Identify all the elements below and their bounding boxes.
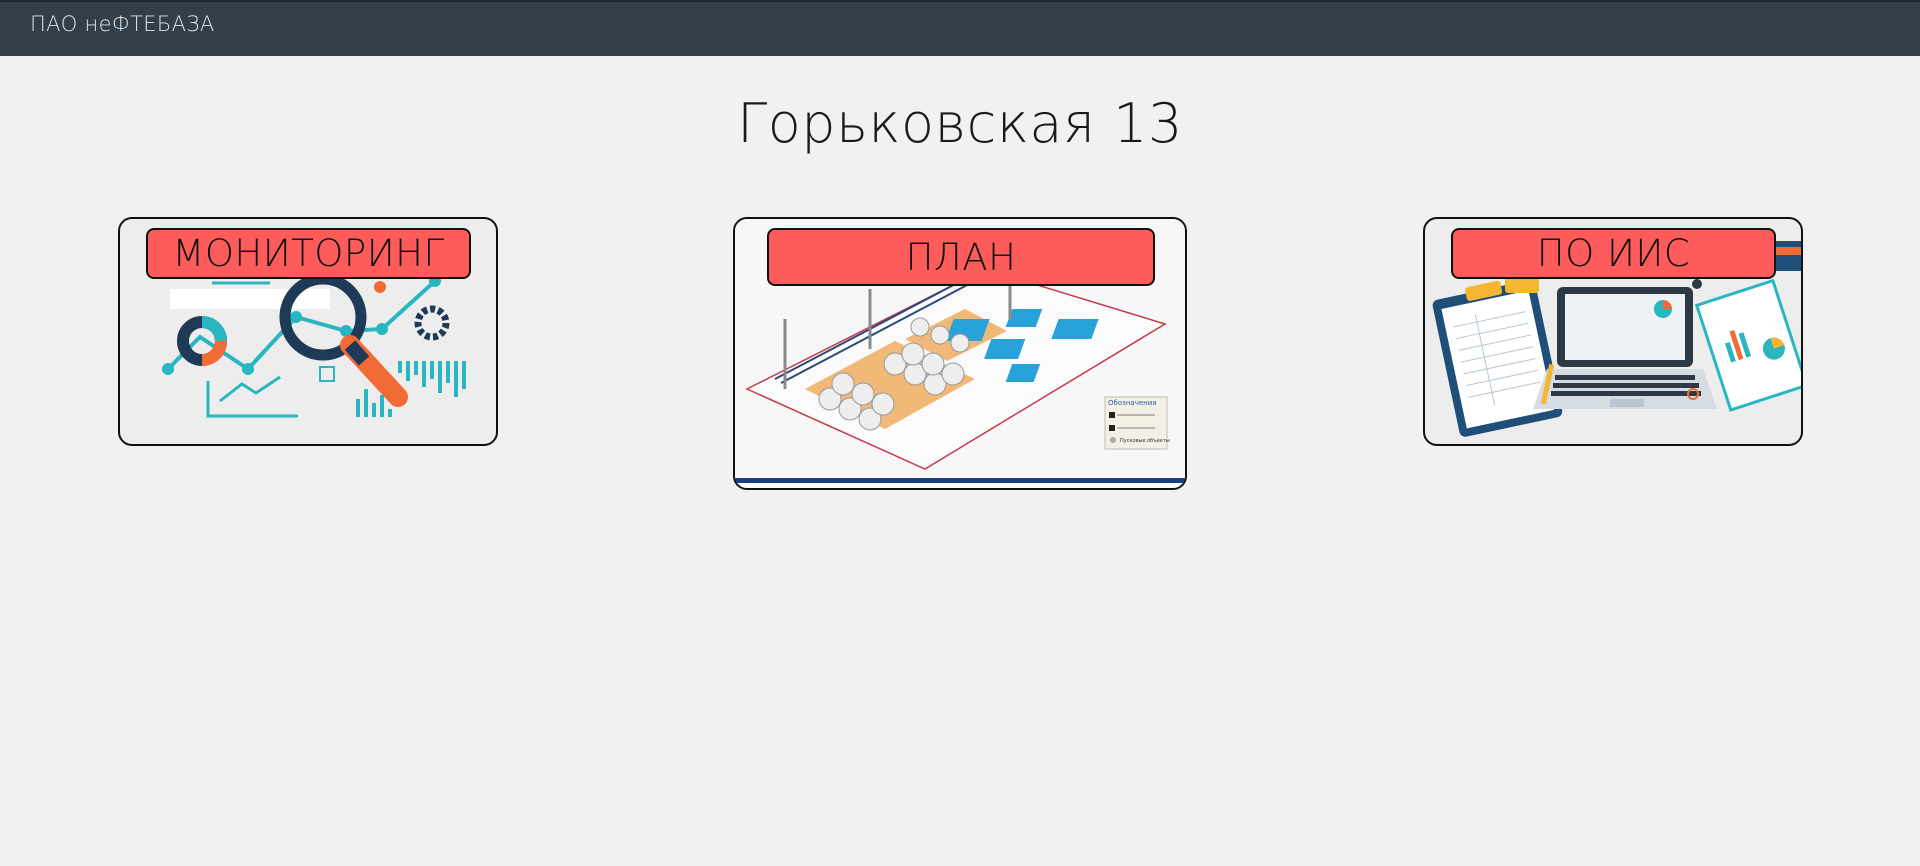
- plan-legend-title: Обозначения: [1108, 399, 1156, 407]
- po-iis-card[interactable]: ПО ИИС: [1423, 217, 1803, 446]
- monitoring-label: МОНИТОРИНГ: [146, 228, 471, 279]
- page-title: Горьковская 13: [737, 92, 1183, 155]
- plan-legend-item: Пусковые объекты: [1120, 438, 1170, 444]
- top-navbar: ПАО неФТЕБАЗА: [0, 0, 1920, 56]
- monitoring-card[interactable]: МОНИТОРИНГ: [118, 217, 498, 446]
- plan-label: ПЛАН: [767, 228, 1155, 286]
- plan-card[interactable]: Обозначения Пусковые объекты ПЛАН: [733, 217, 1187, 490]
- brand-link[interactable]: ПАО неФТЕБАЗА: [30, 12, 215, 36]
- po-iis-label: ПО ИИС: [1451, 228, 1776, 279]
